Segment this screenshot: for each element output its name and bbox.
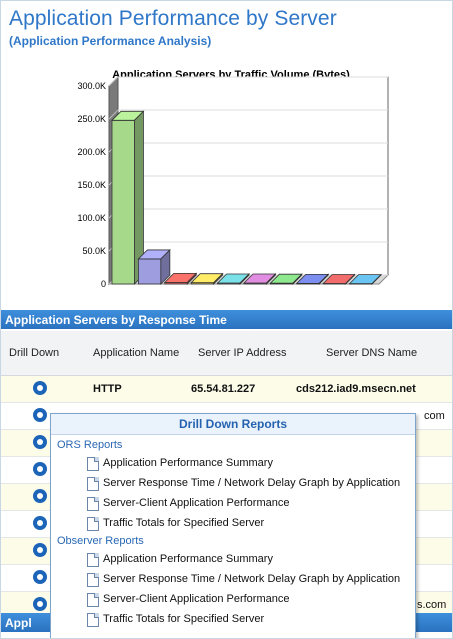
ors-reports-group-label: ORS Reports	[57, 439, 123, 451]
chart-panel: Application Servers by Traffic Volume (B…	[1, 58, 452, 308]
ors-report-server-response-time[interactable]: Server Response Time / Network Delay Gra…	[87, 475, 407, 493]
report-header: Application Performance by Server (Appli…	[1, 1, 452, 58]
table-header-row: Drill Down Application Name Server IP Ad…	[1, 331, 452, 376]
server-ip-cell: 65.54.81.227	[191, 383, 256, 395]
drill-down-icon[interactable]	[33, 435, 47, 449]
ors-report-server-client-performance[interactable]: Server-Client Application Performance	[87, 495, 407, 513]
document-icon	[87, 593, 99, 607]
document-icon	[87, 497, 99, 511]
report-frame: Application Performance by Server (Appli…	[0, 0, 453, 639]
drill-down-icon[interactable]	[33, 597, 47, 611]
popup-title: Drill Down Reports	[51, 414, 415, 435]
y-tick-label: 100.0K	[77, 213, 106, 223]
report-link-label[interactable]: Traffic Totals for Specified Server	[103, 613, 264, 625]
observer-report-traffic-totals[interactable]: Traffic Totals for Specified Server	[87, 611, 407, 629]
report-link-label[interactable]: Traffic Totals for Specified Server	[103, 517, 264, 529]
y-tick-label: 200.0K	[77, 147, 106, 157]
report-link-label[interactable]: Server-Client Application Performance	[103, 497, 289, 509]
observer-report-server-client-performance[interactable]: Server-Client Application Performance	[87, 591, 407, 609]
section-title: Appl	[5, 616, 32, 630]
observer-reports-group-label: Observer Reports	[57, 535, 144, 547]
bar	[138, 258, 162, 285]
traffic-volume-chart: Application Servers by Traffic Volume (B…	[77, 69, 390, 289]
drill-down-icon[interactable]	[33, 516, 47, 530]
drill-down-icon[interactable]	[33, 489, 47, 503]
column-header-server-dns[interactable]: Server DNS Name	[326, 347, 417, 359]
drill-down-icon[interactable]	[33, 381, 47, 395]
section-title: Application Servers by Response Time	[5, 313, 227, 327]
drill-down-icon[interactable]	[33, 543, 47, 557]
report-link-label[interactable]: Application Performance Summary	[103, 553, 273, 565]
y-tick-label: 50.0K	[82, 246, 106, 256]
server-dns-cell-partial: s.com	[417, 599, 447, 611]
section-header-response-time: Application Servers by Response Time	[1, 310, 452, 329]
ors-report-traffic-totals[interactable]: Traffic Totals for Specified Server	[87, 515, 407, 533]
observer-report-app-performance-summary[interactable]: Application Performance Summary	[87, 551, 407, 569]
page-subtitle: (Application Performance Analysis)	[9, 34, 212, 48]
y-tick-label: 0	[101, 279, 106, 289]
drill-down-icon[interactable]	[33, 462, 47, 476]
observer-report-server-response-time[interactable]: Server Response Time / Network Delay Gra…	[87, 571, 407, 589]
document-icon	[87, 517, 99, 531]
report-link-label[interactable]: Server Response Time / Network Delay Gra…	[103, 573, 400, 585]
ors-report-app-performance-summary[interactable]: Application Performance Summary	[87, 455, 407, 473]
column-header-drill-down[interactable]: Drill Down	[9, 347, 59, 359]
document-icon	[87, 457, 99, 471]
column-header-application-name[interactable]: Application Name	[93, 347, 179, 359]
bar	[111, 119, 135, 285]
server-dns-cell: cds212.iad9.msecn.net	[296, 383, 416, 395]
y-tick-label: 150.0K	[77, 180, 106, 190]
table-row[interactable]: HTTP 65.54.81.227 cds212.iad9.msecn.net	[1, 376, 452, 403]
y-tick-label: 250.0K	[77, 114, 106, 124]
y-tick-label: 300.0K	[77, 81, 106, 91]
drill-down-icon[interactable]	[33, 570, 47, 584]
page-title: Application Performance by Server	[9, 7, 337, 30]
drill-down-icon[interactable]	[33, 408, 47, 422]
report-link-label[interactable]: Application Performance Summary	[103, 457, 273, 469]
document-icon	[87, 553, 99, 567]
document-icon	[87, 573, 99, 587]
application-name-cell: HTTP	[93, 383, 122, 395]
report-link-label[interactable]: Server-Client Application Performance	[103, 593, 289, 605]
report-link-label[interactable]: Server Response Time / Network Delay Gra…	[103, 477, 400, 489]
drill-down-reports-popup: Drill Down Reports ORS Reports Applicati…	[50, 413, 416, 638]
document-icon	[87, 477, 99, 491]
column-header-server-ip[interactable]: Server IP Address	[198, 347, 286, 359]
server-dns-cell-partial: com	[424, 410, 445, 422]
document-icon	[87, 613, 99, 627]
